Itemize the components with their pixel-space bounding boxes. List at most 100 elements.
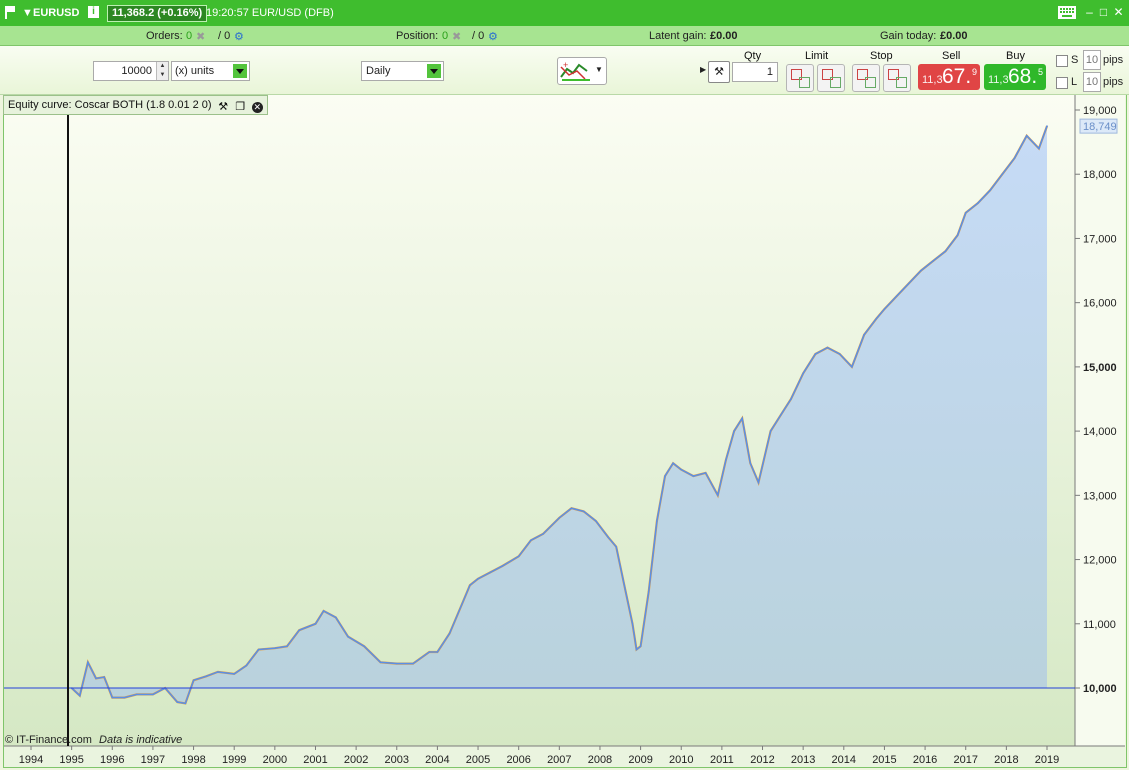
equity-point (680, 468, 682, 471)
equity-point (448, 632, 451, 635)
equity-point (704, 472, 707, 474)
equity-point (347, 635, 349, 638)
equity-point (956, 234, 959, 236)
indicative-note: Data is indicative (99, 734, 183, 746)
x-tick-label: 1997 (141, 754, 165, 766)
x-tick-label: 2018 (994, 754, 1018, 766)
equity-point (635, 648, 638, 651)
equity-point (335, 616, 337, 619)
equity-point (123, 696, 126, 699)
equity-point (883, 308, 886, 310)
x-tick-label: 2002 (344, 754, 368, 766)
equity-point (274, 647, 276, 649)
equity-point (379, 661, 382, 664)
x-tick-label: 2016 (913, 754, 937, 766)
x-tick-label: 2006 (506, 754, 530, 766)
equity-point (989, 189, 991, 192)
copyright-text: © IT-Finance.com (5, 734, 92, 746)
equity-point (542, 533, 544, 535)
equity-curve-header[interactable]: Equity curve: Coscar BOTH (1.8 0.01 2 0)… (3, 95, 268, 115)
equity-point (672, 462, 674, 465)
x-tick-label: 2005 (466, 754, 490, 766)
equity-point (286, 645, 288, 648)
equity-point (257, 648, 260, 651)
equity-point (769, 430, 772, 432)
x-tick-label: 2007 (547, 754, 571, 766)
x-tick-label: 1999 (222, 754, 246, 766)
equity-point (895, 295, 898, 298)
equity-point (782, 411, 784, 413)
equity-point (363, 645, 366, 648)
x-tick-label: 2009 (628, 754, 652, 766)
equity-point (664, 475, 666, 477)
equity-point (103, 676, 105, 678)
equity-point (530, 539, 532, 542)
y-tick-label: 14,000 (1083, 426, 1117, 438)
equity-point (1013, 157, 1016, 159)
equity-point (217, 671, 219, 673)
last-value-label: 18,749 (1083, 121, 1117, 133)
equity-point (1001, 173, 1004, 175)
y-tick-label: 19,000 (1083, 105, 1117, 117)
equity-point (314, 623, 317, 625)
wrench-icon[interactable]: ⚒ (218, 102, 229, 113)
equity-point (1046, 125, 1048, 127)
equity-point (558, 517, 561, 519)
equity-point (964, 212, 967, 214)
close-icon[interactable]: ✕ (251, 102, 263, 113)
equity-point (814, 353, 817, 355)
equity-point (87, 661, 89, 664)
equity-point (428, 651, 431, 653)
equity-point (412, 662, 414, 665)
equity-point (461, 603, 463, 606)
equity-point (95, 677, 97, 680)
equity-point (205, 675, 207, 678)
x-tick-label: 1998 (181, 754, 205, 766)
equity-point (615, 545, 617, 548)
y-tick-label: 17,000 (1083, 233, 1117, 245)
equity-point (477, 578, 479, 580)
equity-chart[interactable]: 19,000 18,000 17,000 16,000 15,000 14,000 13,0… (0, 0, 1129, 770)
x-tick-label: 2010 (669, 754, 693, 766)
x-tick-label: 1996 (100, 754, 124, 766)
equity-point (838, 353, 841, 355)
equity-point (111, 696, 114, 699)
x-tick-label: 2000 (263, 754, 287, 766)
equity-point (570, 507, 573, 510)
x-tick-label: 2014 (832, 754, 856, 766)
x-tick-label: 2013 (791, 754, 815, 766)
equity-point (298, 629, 301, 631)
equity-point (501, 565, 504, 567)
x-tick-label: 2004 (425, 754, 449, 766)
x-tick-label: 2012 (750, 754, 774, 766)
equity-point (826, 346, 829, 349)
y-tick-label: 16,000 (1083, 298, 1117, 310)
equity-point (733, 430, 735, 432)
equity-point (639, 645, 642, 648)
equity-point (749, 462, 752, 465)
equity-point (135, 693, 138, 696)
equity-point (757, 481, 760, 484)
equity-point (692, 475, 695, 477)
equity-point (944, 250, 947, 253)
equity-point (489, 571, 492, 574)
equity-point (176, 701, 179, 703)
equity-point (184, 702, 187, 705)
equity-point (741, 417, 743, 420)
x-tick-label: 2017 (953, 754, 977, 766)
equity-curve-label: Equity curve: Coscar BOTH (1.8 0.01 2 0) (8, 99, 212, 111)
equity-point (932, 260, 934, 262)
windows-icon[interactable]: ❐ (235, 102, 246, 113)
equity-point (1038, 147, 1040, 150)
y-axis-background (1075, 95, 1125, 746)
equity-point (436, 651, 439, 653)
x-tick-label: 2019 (1035, 754, 1059, 766)
x-tick-label: 1995 (59, 754, 83, 766)
equity-point (790, 398, 792, 400)
equity-point (717, 494, 719, 497)
x-tick-label: 2011 (710, 754, 734, 766)
equity-point (920, 269, 922, 272)
y-tick-label: 10,000 (1083, 683, 1117, 695)
equity-point (595, 520, 597, 522)
y-tick-label: 12,000 (1083, 555, 1117, 567)
